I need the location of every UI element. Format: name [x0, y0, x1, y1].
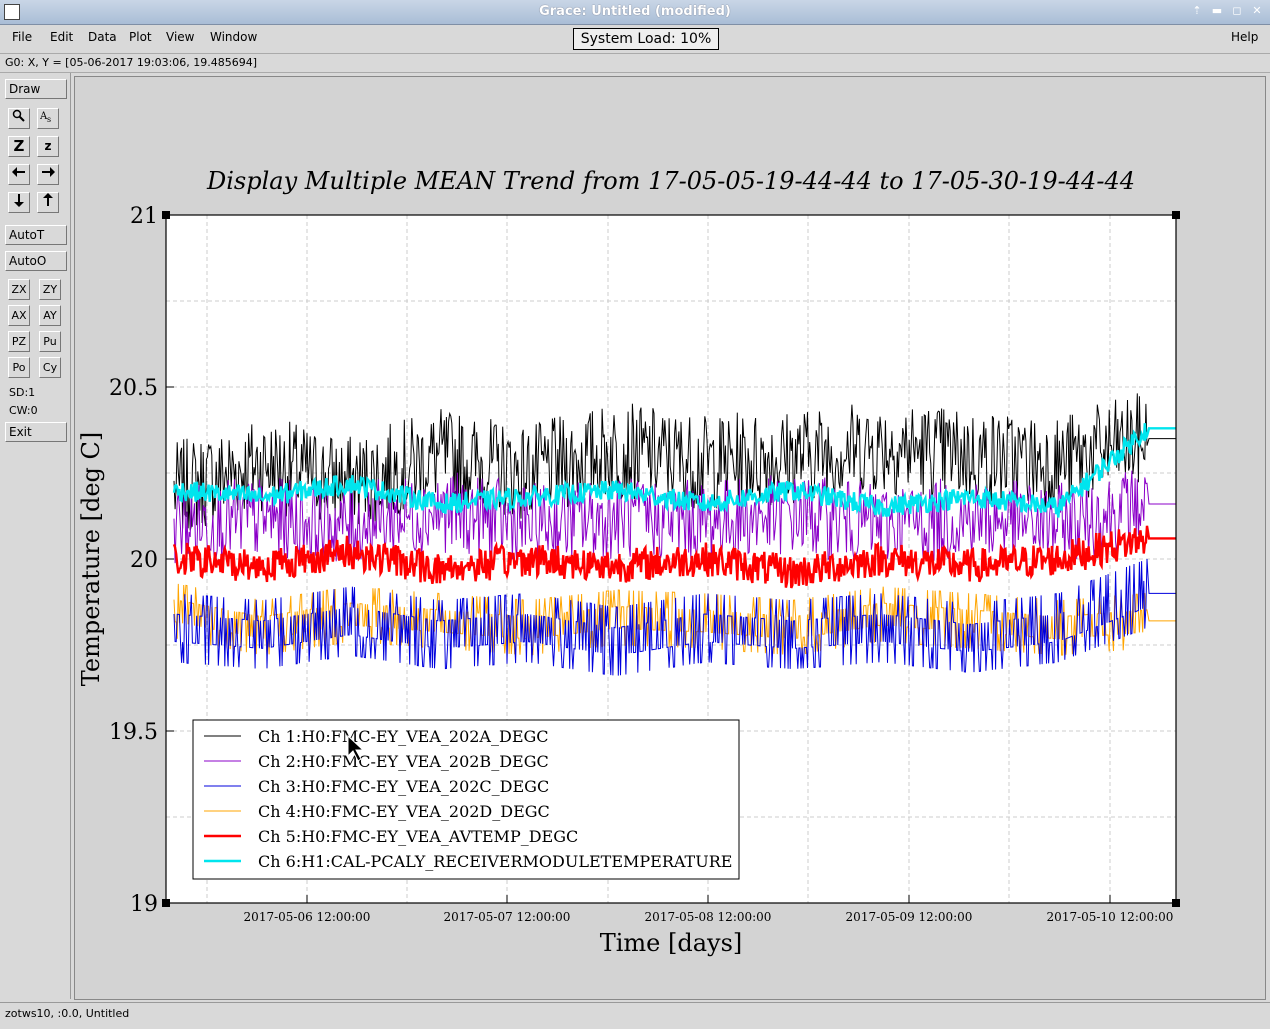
svg-text:s: s: [47, 115, 51, 123]
autoo-button[interactable]: AutoO: [5, 251, 67, 271]
sd-label: SD:1: [9, 386, 36, 399]
y-tick-label: 19.5: [109, 720, 158, 745]
menu-data[interactable]: Data: [88, 30, 117, 44]
y-tick-label: 20: [130, 548, 158, 573]
ax-button[interactable]: AX: [8, 305, 30, 326]
menu-view[interactable]: View: [166, 30, 194, 44]
handle-bottom-left[interactable]: [162, 899, 170, 907]
autot-button[interactable]: AutoT: [5, 225, 67, 245]
menu-view-label: View: [166, 30, 195, 44]
minimize-icon[interactable]: ▬: [1210, 4, 1224, 18]
maximize-icon[interactable]: ◻: [1230, 4, 1244, 18]
x-tick-label: 2017-05-06 12:00:00: [244, 910, 371, 924]
menu-window[interactable]: Window: [210, 30, 257, 44]
y-axis-ticks: 19 19.5 20 20.5 21: [109, 204, 174, 917]
coordinate-readout: G0: X, Y = [05-06-2017 19:03:06, 19.4856…: [5, 56, 258, 69]
legend-entry: Ch 5:H0:FMC-EY_VEA_AVTEMP_DEGC: [258, 827, 578, 846]
legend-entry: Ch 4:H0:FMC-EY_VEA_202D_DEGC: [258, 802, 550, 821]
zoom-z-icon[interactable]: Z: [8, 136, 30, 157]
x-tick-label: 2017-05-10 12:00:00: [1047, 910, 1174, 924]
cy-button[interactable]: Cy: [39, 357, 61, 378]
menu-plot[interactable]: Plot: [129, 30, 152, 44]
close-icon[interactable]: ✕: [1250, 4, 1264, 18]
ay-button[interactable]: AY: [39, 305, 61, 326]
status-bar: zotws10, :0.0, Untitled: [0, 1002, 1270, 1029]
menu-edit[interactable]: Edit: [50, 30, 73, 44]
zoom-icon[interactable]: [8, 108, 30, 129]
x-axis-label: Time [days]: [600, 929, 743, 957]
x-tick-label: 2017-05-07 12:00:00: [444, 910, 571, 924]
window-titlebar: Grace: Untitled (modified) ⇡ ▬ ◻ ✕: [0, 0, 1270, 25]
menu-help-label: Help: [1231, 30, 1259, 44]
handle-top-left[interactable]: [162, 211, 170, 219]
raise-icon[interactable]: ⇡: [1190, 4, 1204, 18]
x-tick-label: 2017-05-08 12:00:00: [645, 910, 772, 924]
handle-bottom-right[interactable]: [1172, 899, 1180, 907]
drawing-canvas[interactable]: Display Multiple MEAN Trend from 17-05-0…: [74, 76, 1266, 1000]
y-tick-label: 21: [130, 204, 158, 229]
zy-button[interactable]: ZY: [39, 279, 61, 300]
legend-entry: Ch 3:H0:FMC-EY_VEA_202C_DEGC: [258, 777, 549, 796]
menu-file[interactable]: File: [12, 30, 32, 44]
menu-window-label: Window: [210, 30, 258, 44]
arrow-left-icon[interactable]: [8, 164, 30, 185]
pu-button[interactable]: Pu: [39, 331, 61, 352]
y-axis-label: Temperature [deg C]: [77, 432, 105, 687]
legend-entry: Ch 6:H1:CAL-PCALY_RECEIVERMODULETEMPERAT…: [258, 852, 732, 871]
po-button[interactable]: Po: [8, 357, 30, 378]
y-tick-label: 19: [130, 892, 158, 917]
arrow-up-icon[interactable]: [37, 192, 59, 213]
coordinate-readout-bar: G0: X, Y = [05-06-2017 19:03:06, 19.4856…: [0, 54, 1270, 73]
zoom-z-small-icon[interactable]: z: [37, 136, 59, 157]
handle-top-right[interactable]: [1172, 211, 1180, 219]
toolbox: Draw As Z z AutoT AutoO ZX ZY AX AY PZ P…: [0, 73, 71, 999]
menu-data-label: Data: [88, 30, 117, 44]
legend[interactable]: Ch 1:H0:FMC-EY_VEA_202A_DEGC Ch 2:H0:FMC-…: [192, 719, 740, 880]
text-icon[interactable]: As: [37, 108, 59, 129]
window-title: Grace: Untitled (modified): [539, 4, 731, 19]
legend-entry: Ch 1:H0:FMC-EY_VEA_202A_DEGC: [258, 727, 549, 746]
menu-help[interactable]: Help: [1231, 30, 1258, 44]
zx-button[interactable]: ZX: [8, 279, 30, 300]
draw-button[interactable]: Draw: [5, 79, 67, 99]
menu-file-label: File: [12, 30, 33, 44]
x-tick-label: 2017-05-09 12:00:00: [846, 910, 973, 924]
y-tick-label: 20.5: [109, 376, 158, 401]
arrow-right-icon[interactable]: [37, 164, 59, 185]
legend-entry: Ch 2:H0:FMC-EY_VEA_202B_DEGC: [258, 752, 549, 771]
menu-plot-label: Plot: [129, 30, 152, 44]
status-text: zotws10, :0.0, Untitled: [5, 1007, 130, 1020]
system-load: System Load: 10%: [573, 28, 719, 50]
chart-title: Display Multiple MEAN Trend from 17-05-0…: [206, 167, 1135, 195]
cw-label: CW:0: [9, 404, 38, 417]
menu-edit-label: Edit: [50, 30, 74, 44]
arrow-down-icon[interactable]: [8, 192, 30, 213]
menubar: File Edit Data Plot View Window System L…: [0, 25, 1270, 54]
pz-button[interactable]: PZ: [8, 331, 30, 352]
trend-chart[interactable]: Display Multiple MEAN Trend from 17-05-0…: [75, 77, 1265, 999]
exit-button[interactable]: Exit: [5, 422, 67, 442]
